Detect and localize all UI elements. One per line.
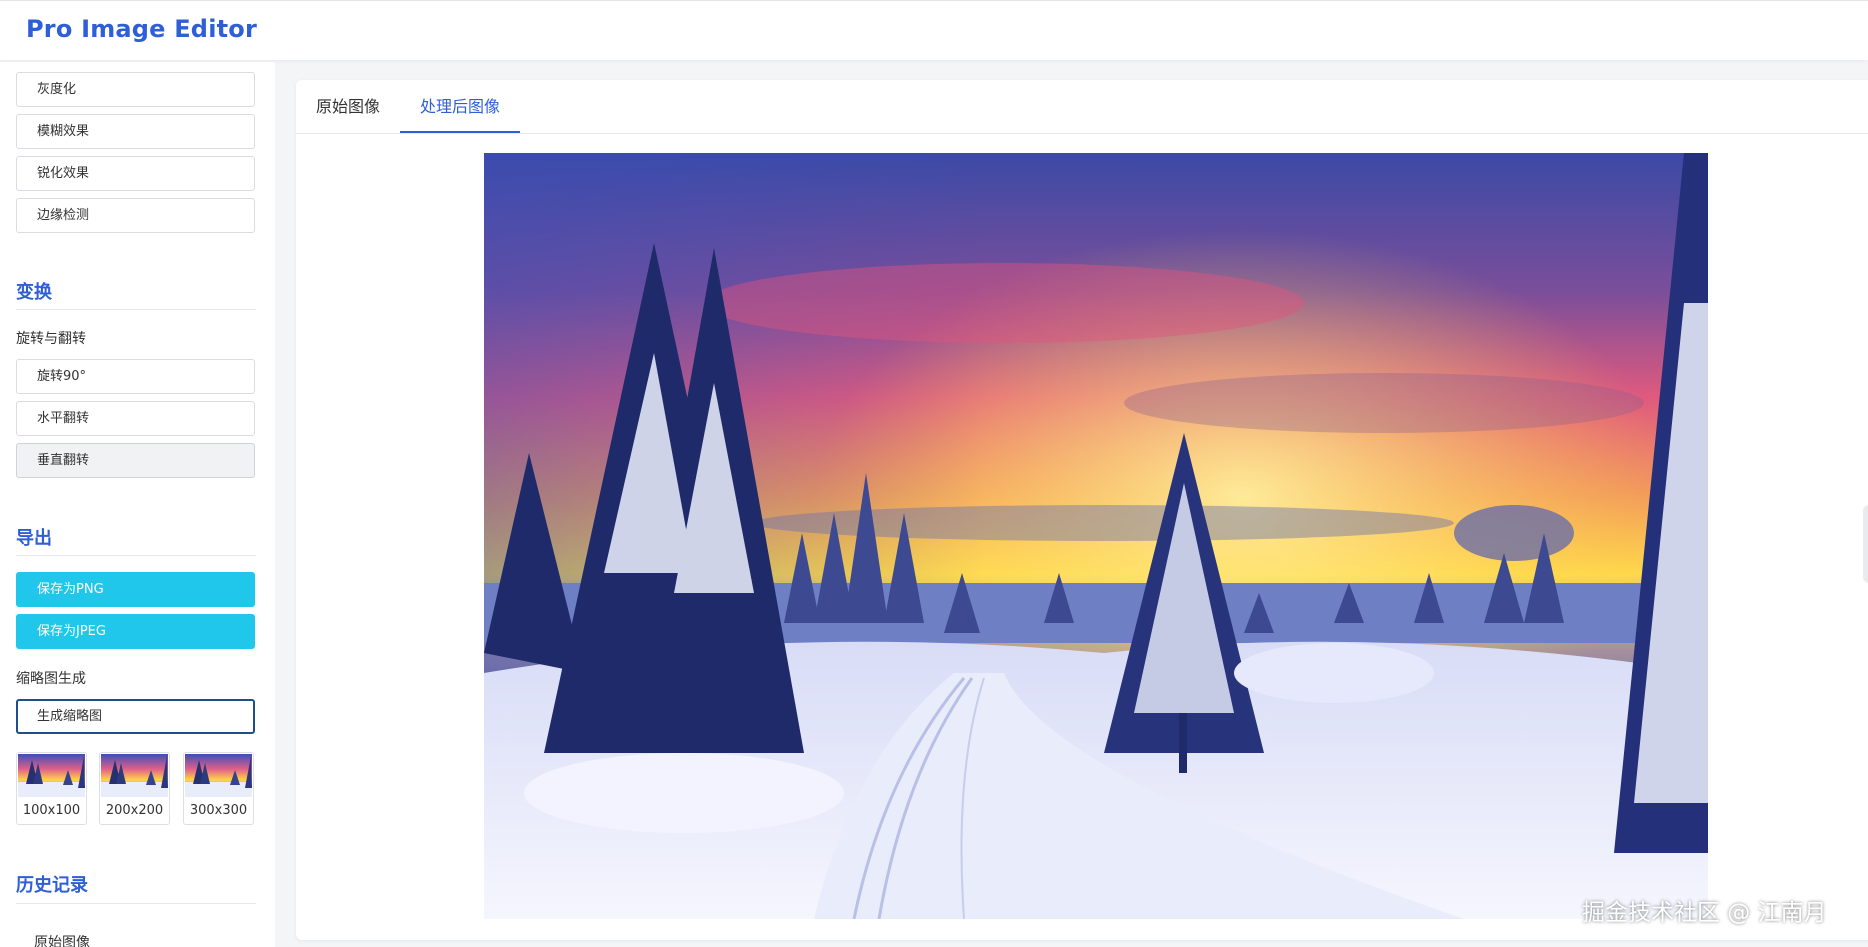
- divider: [16, 309, 256, 310]
- thumbnail-100[interactable]: 100x100: [16, 752, 87, 825]
- thumbnail-300[interactable]: 300x300: [183, 752, 254, 825]
- rotate-flip-label: 旋转与翻转: [16, 331, 86, 347]
- tab-processed-image[interactable]: 处理后图像: [400, 80, 520, 133]
- watermark: 掘金技术社区 @ 江南月: [1582, 900, 1827, 926]
- thumbnail-image: [185, 754, 252, 797]
- blur-button[interactable]: 模糊效果: [16, 114, 255, 149]
- thumbnail-image: [101, 754, 168, 797]
- divider: [16, 903, 256, 904]
- save-png-button[interactable]: 保存为PNG: [16, 572, 255, 607]
- sharpen-button[interactable]: 锐化效果: [16, 156, 255, 191]
- edge-detect-button[interactable]: 边缘检测: [16, 198, 255, 233]
- flip-vertical-button[interactable]: 垂直翻转: [16, 443, 255, 478]
- thumbnail-size-label: 200x200: [105, 803, 164, 818]
- image-tabs: 原始图像 处理后图像: [296, 80, 1868, 134]
- tab-original-image[interactable]: 原始图像: [296, 80, 400, 133]
- generate-thumbnail-button[interactable]: 生成缩略图: [16, 699, 255, 734]
- export-section-title: 导出: [16, 528, 52, 549]
- thumbnail-image: [18, 754, 85, 797]
- history-item[interactable]: 原始图像: [34, 932, 90, 947]
- flip-horizontal-button[interactable]: 水平翻转: [16, 401, 255, 436]
- thumbnail-label: 缩略图生成: [16, 671, 86, 687]
- save-jpeg-button[interactable]: 保存为JPEG: [16, 614, 255, 649]
- rotate-90-button[interactable]: 旋转90°: [16, 359, 255, 394]
- processed-image: [484, 153, 1708, 919]
- thumbnail-size-label: 300x300: [189, 803, 248, 818]
- transform-section-title: 变换: [16, 282, 52, 303]
- app-title: Pro Image Editor: [26, 15, 258, 43]
- thumbnail-200[interactable]: 200x200: [99, 752, 170, 825]
- thumbnail-size-label: 100x100: [22, 803, 81, 818]
- grayscale-button[interactable]: 灰度化: [16, 72, 255, 107]
- preview-panel: 原始图像 处理后图像: [296, 80, 1868, 940]
- app-header: Pro Image Editor: [0, 0, 1868, 60]
- history-section-title: 历史记录: [16, 875, 88, 896]
- panel-edge-handle[interactable]: [1863, 505, 1868, 583]
- divider: [16, 555, 256, 556]
- sidebar: 灰度化 模糊效果 锐化效果 边缘检测 变换 旋转与翻转 旋转90° 水平翻转 垂…: [0, 62, 275, 947]
